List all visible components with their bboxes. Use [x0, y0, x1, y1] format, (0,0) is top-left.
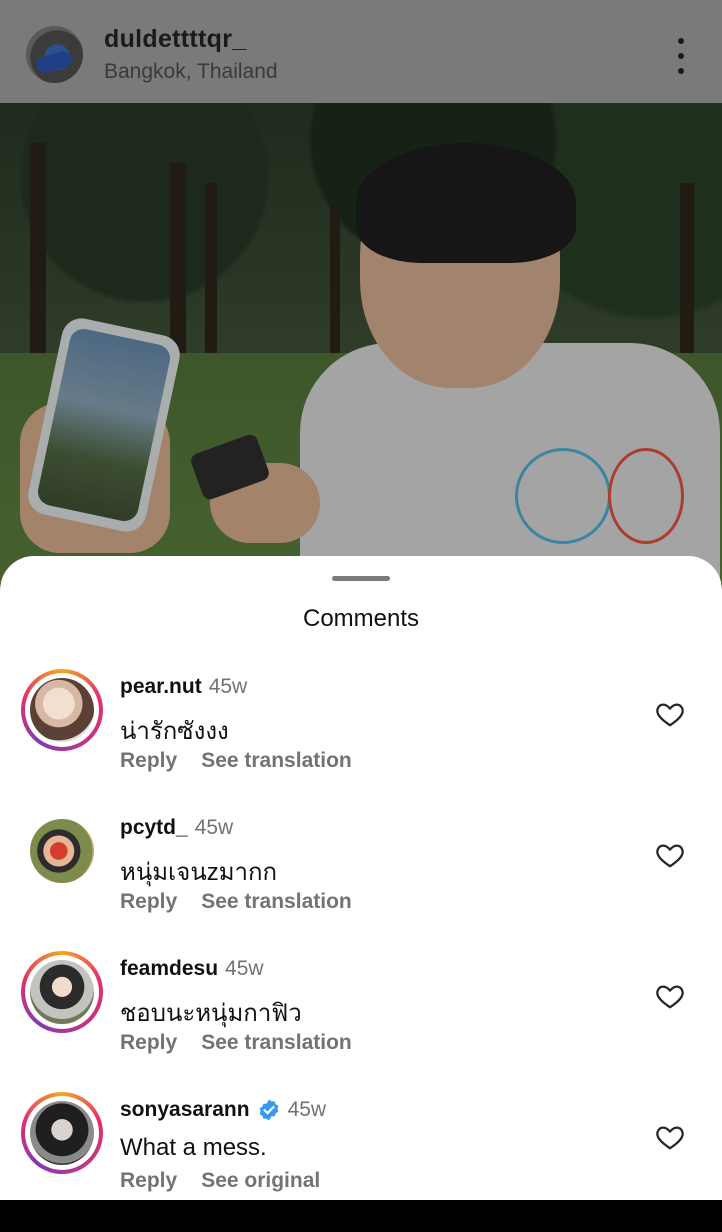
reply-button[interactable]: Reply	[120, 890, 177, 914]
commenter-avatar[interactable]	[30, 1101, 94, 1165]
story-ring[interactable]	[21, 1092, 103, 1174]
commenter-username[interactable]: feamdesu	[120, 957, 218, 981]
comment-text: น่ารักซังงง	[120, 718, 229, 745]
commenter-username[interactable]: pear.nut	[120, 675, 202, 699]
comments-sheet: Comments pear.nut 45w น่ารักซังงง Reply …	[0, 556, 722, 1200]
post-photo[interactable]	[0, 103, 722, 583]
story-ring[interactable]	[21, 951, 103, 1033]
comment-item: sonyasarann 45w What a mess. Reply See o…	[0, 1092, 722, 1232]
see-original-button[interactable]: See original	[201, 1169, 320, 1193]
comment-time: 45w	[208, 675, 248, 698]
post-location[interactable]: Bangkok, Thailand	[104, 60, 278, 84]
commenter-avatar[interactable]	[30, 960, 94, 1024]
reply-button[interactable]: Reply	[120, 1169, 177, 1193]
avatar-frame	[21, 810, 103, 892]
reply-button[interactable]: Reply	[120, 749, 177, 773]
like-heart-icon[interactable]	[655, 840, 685, 870]
comment-time: 45w	[225, 957, 264, 980]
like-heart-icon[interactable]	[655, 1122, 685, 1152]
comment-time: 45w	[287, 1098, 327, 1121]
verified-badge-icon	[259, 1099, 278, 1121]
comment-text: หนุ่มเจนzมากก	[120, 859, 278, 886]
comments-title: Comments	[302, 605, 420, 632]
comment-item: feamdesu 45w ชอบนะหนุ่มกาฟิว Reply See t…	[0, 951, 722, 1091]
comment-text: ชอบนะหนุ่มกาฟิว	[120, 1000, 302, 1027]
comment-time: 45w	[194, 816, 234, 839]
post-header: duldettttqr_ Bangkok, Thailand	[0, 0, 722, 103]
see-translation-button[interactable]: See translation	[201, 749, 352, 773]
see-translation-button[interactable]: See translation	[201, 890, 352, 914]
comment-text: What a mess.	[120, 1134, 267, 1161]
comment-item: pcytd_ 45w หนุ่มเจนzมากก Reply See trans…	[0, 810, 722, 950]
reply-button[interactable]: Reply	[120, 1031, 177, 1055]
see-translation-button[interactable]: See translation	[201, 1031, 352, 1055]
commenter-username[interactable]: pcytd_	[120, 816, 188, 840]
commenter-avatar[interactable]	[30, 819, 94, 883]
story-ring[interactable]	[21, 669, 103, 751]
author-username[interactable]: duldettttqr_	[104, 25, 246, 54]
comment-item: pear.nut 45w น่ารักซังงง Reply See trans…	[0, 669, 722, 809]
author-avatar[interactable]	[26, 26, 83, 83]
sheet-drag-handle[interactable]	[332, 576, 390, 581]
like-heart-icon[interactable]	[655, 699, 685, 729]
like-heart-icon[interactable]	[655, 981, 685, 1011]
commenter-username[interactable]: sonyasarann	[120, 1098, 250, 1122]
commenter-avatar[interactable]	[30, 678, 94, 742]
more-options-icon[interactable]	[666, 38, 696, 74]
